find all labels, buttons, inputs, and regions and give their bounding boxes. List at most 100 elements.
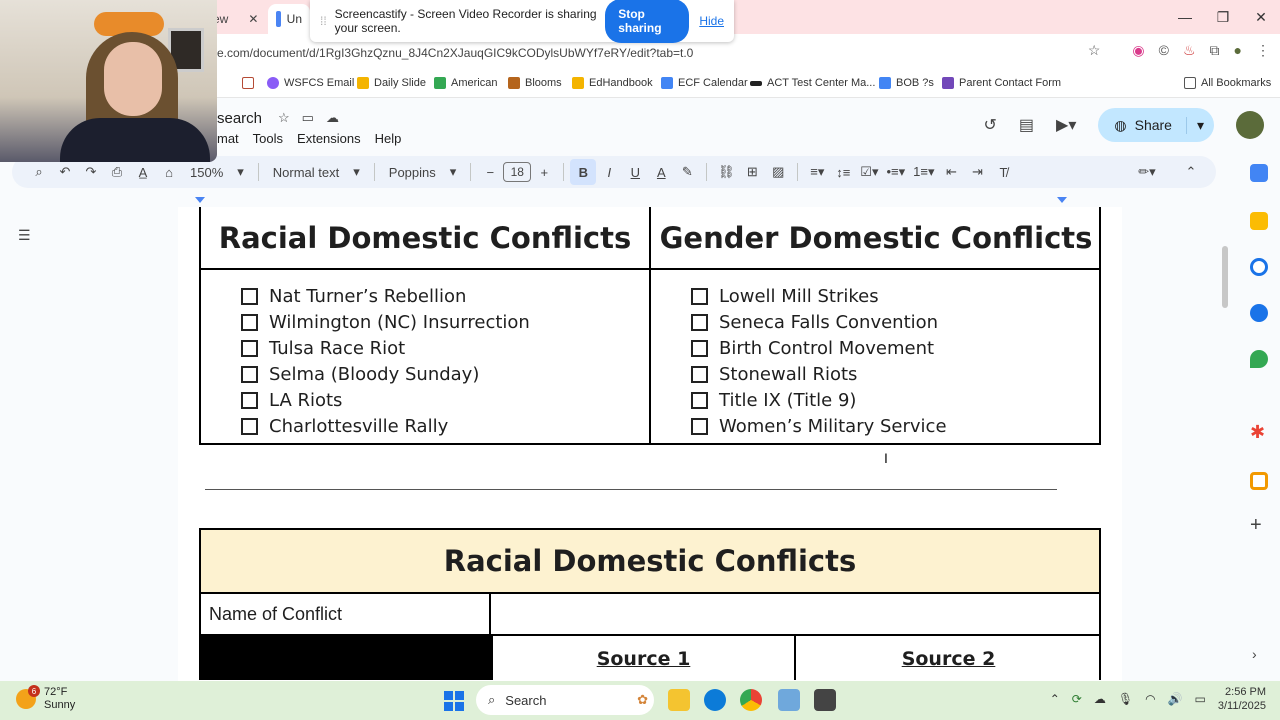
decrease-font-size-icon[interactable]: − [477, 159, 503, 185]
numbered-list-icon[interactable]: 1≡▾ [909, 159, 938, 185]
list-item[interactable]: Women’s Military Service [691, 413, 1101, 439]
calendar-icon[interactable] [1250, 164, 1268, 182]
share-dropdown-icon[interactable]: ▾ [1185, 116, 1214, 134]
insert-image-icon[interactable]: ▨ [765, 159, 791, 185]
checkbox[interactable] [241, 287, 258, 305]
bookmark-act-test-center[interactable]: ACT Test Center Ma... [750, 77, 875, 89]
taskbar-search[interactable]: ⌕ Search ✿ [476, 685, 654, 715]
spellcheck-icon[interactable]: A̲ [130, 159, 156, 185]
text-color-button[interactable]: A [648, 159, 674, 185]
insert-link-icon[interactable]: ⛓ [713, 159, 739, 185]
cloud-status-icon[interactable]: ☁ [326, 110, 339, 126]
search-menus-icon[interactable]: ⌕ [26, 159, 52, 185]
add-comment-icon[interactable]: ⊞ [739, 159, 765, 185]
meet-now-icon[interactable]: ☁ [1094, 692, 1106, 706]
align-icon[interactable]: ≡▾ [804, 159, 830, 185]
menu-tools[interactable]: Tools [253, 131, 283, 146]
hide-menus-icon[interactable]: ⌃ [1178, 159, 1204, 185]
bookmark-american[interactable]: American [434, 77, 497, 89]
bookmark-apps-icon[interactable] [242, 77, 254, 89]
checkbox[interactable] [691, 391, 708, 409]
extension-screencastify-icon[interactable]: ◉ [1132, 42, 1144, 59]
list-item[interactable]: Nat Turner’s Rebellion [241, 283, 649, 309]
snipping-tool-icon[interactable] [778, 689, 800, 711]
chrome-icon[interactable] [740, 689, 762, 711]
clock[interactable]: 2:56 PM 3/11/2025 [1218, 685, 1266, 713]
increase-indent-icon[interactable]: ⇥ [965, 159, 991, 185]
bookmark-parent-contact-form[interactable]: Parent Contact Form [942, 77, 1061, 89]
extensions-puzzle-icon[interactable]: ⧉ [1210, 42, 1220, 59]
browser-tab-active[interactable]: Un [268, 4, 310, 34]
list-item[interactable]: Lowell Mill Strikes [691, 283, 1101, 309]
italic-button[interactable]: I [596, 159, 622, 185]
paint-format-icon[interactable]: ⌂ [156, 159, 182, 185]
show-hidden-icons-icon[interactable]: ⌃ [1050, 692, 1060, 706]
decrease-indent-icon[interactable]: ⇤ [939, 159, 965, 185]
checkbox[interactable] [691, 287, 708, 305]
wifi-icon[interactable]: ◠ [1145, 692, 1155, 706]
bookmark-daily-slide[interactable]: Daily Slide [357, 77, 426, 89]
bookmark-bob[interactable]: BOB ?s [879, 77, 934, 89]
calculator-icon[interactable] [814, 689, 836, 711]
bulleted-list-icon[interactable]: •≡▾ [882, 159, 909, 185]
addon-icon[interactable] [1250, 472, 1268, 490]
url-field[interactable]: e.com/document/d/1RgI3GhzQznu_8J4Cn2XJau… [217, 46, 693, 60]
menu-format[interactable]: mat [217, 131, 239, 146]
checkbox[interactable] [691, 313, 708, 331]
meet-icon[interactable]: ▶▾ [1056, 115, 1076, 135]
checkbox[interactable] [241, 391, 258, 409]
document-title[interactable]: search [217, 110, 262, 127]
checkbox[interactable] [691, 339, 708, 357]
asterisk-addon-icon[interactable]: ✱ [1250, 422, 1265, 443]
weather-widget[interactable]: 6 72°F Sunny [16, 685, 75, 712]
close-tab-icon[interactable]: ✕ [248, 12, 258, 26]
list-item[interactable]: Stonewall Riots [691, 361, 1101, 387]
all-bookmarks[interactable]: All Bookmarks [1184, 77, 1271, 89]
zoom-select[interactable]: 150% ▾ [182, 164, 252, 180]
browser-menu-icon[interactable]: ⋮ [1256, 42, 1270, 59]
battery-icon[interactable]: ▭ [1195, 692, 1206, 706]
volume-icon[interactable]: 🔊 [1168, 692, 1183, 706]
hide-link[interactable]: Hide [699, 14, 724, 28]
checkbox[interactable] [241, 313, 258, 331]
bookmark-wsfcs-email[interactable]: WSFCS Email [267, 77, 354, 89]
chevron-right-icon[interactable]: › [1252, 646, 1257, 662]
bold-button[interactable]: B [570, 159, 597, 185]
comments-icon[interactable]: ▤ [1019, 115, 1034, 135]
edge-icon[interactable] [704, 689, 726, 711]
add-addon-icon[interactable]: + [1250, 514, 1262, 537]
profile-avatar-icon[interactable]: ● [1234, 42, 1242, 59]
keep-icon[interactable] [1250, 212, 1268, 230]
extension-c-icon[interactable]: © [1159, 42, 1169, 59]
ruler-right-indent-marker[interactable] [1057, 197, 1067, 203]
stop-sharing-button[interactable]: Stop sharing [605, 0, 690, 43]
checkbox[interactable] [241, 339, 258, 357]
clear-formatting-icon[interactable]: T̸ [991, 159, 1017, 185]
bookmark-blooms[interactable]: Blooms [508, 77, 562, 89]
star-icon[interactable]: ☆ [278, 110, 290, 126]
increase-font-size-icon[interactable]: + [531, 159, 557, 185]
vertical-scrollbar[interactable] [1222, 246, 1228, 308]
bookmark-edhandbook[interactable]: EdHandbook [572, 77, 653, 89]
list-item[interactable]: LA Riots [241, 387, 649, 413]
list-item[interactable]: Selma (Bloody Sunday) [241, 361, 649, 387]
bookmark-star-icon[interactable]: ☆ [1088, 42, 1101, 59]
style-select[interactable]: Normal text ▾ [265, 164, 368, 180]
checklist-icon[interactable]: ☑▾ [856, 159, 882, 185]
ruler-left-indent-marker[interactable] [195, 197, 205, 203]
checkbox[interactable] [691, 365, 708, 383]
extension-cherry-icon[interactable]: ♨ [1183, 42, 1196, 59]
close-window-icon[interactable]: ✕ [1242, 0, 1280, 34]
checkbox[interactable] [241, 365, 258, 383]
print-icon[interactable]: ⎙ [104, 159, 130, 185]
editing-mode-icon[interactable]: ✏▾ [1134, 159, 1160, 185]
contacts-icon[interactable] [1250, 304, 1268, 322]
undo-icon[interactable]: ↶ [52, 159, 78, 185]
line-spacing-icon[interactable]: ↕≡ [830, 159, 856, 185]
list-item[interactable]: Wilmington (NC) Insurrection [241, 309, 649, 335]
account-avatar[interactable] [1236, 111, 1264, 139]
maps-icon[interactable] [1250, 350, 1268, 368]
move-folder-icon[interactable]: ▭ [302, 110, 314, 126]
list-item[interactable]: Title IX (Title 9) [691, 387, 1101, 413]
share-button[interactable]: ◍ Share ▾ [1098, 108, 1214, 142]
